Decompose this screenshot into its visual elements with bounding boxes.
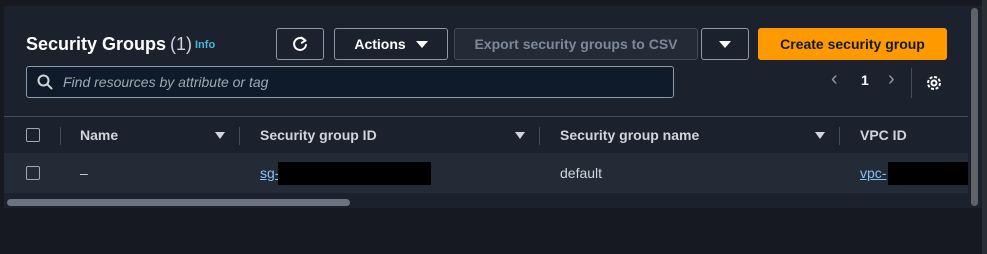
next-page-button[interactable]: › xyxy=(888,68,895,91)
search-icon xyxy=(37,74,53,90)
cell-security-group-id: sg- xyxy=(260,153,279,193)
pagination-divider xyxy=(911,68,912,98)
security-groups-panel: Security Groups (1) Info Actions Export s… xyxy=(4,6,968,208)
redacted-block xyxy=(888,162,968,185)
current-page-number[interactable]: 1 xyxy=(861,72,869,88)
column-header-label: Name xyxy=(80,127,119,143)
column-divider[interactable] xyxy=(239,127,240,145)
page-title: Security Groups (1) xyxy=(26,34,192,55)
vertical-scrollbar-thumb[interactable] xyxy=(971,8,978,206)
table-header: Name Security group ID Security group na… xyxy=(4,116,968,154)
search-input[interactable] xyxy=(61,73,665,91)
export-options-dropdown[interactable] xyxy=(701,28,749,60)
page-title-text: Security Groups xyxy=(26,34,167,54)
window-edge xyxy=(982,0,987,254)
vertical-scrollbar[interactable] xyxy=(968,6,982,208)
cell-vpc-id: vpc- xyxy=(860,153,886,193)
column-header-name[interactable]: Name xyxy=(80,117,118,153)
security-group-id-link[interactable]: sg- xyxy=(260,165,279,181)
refresh-icon xyxy=(293,36,307,51)
column-divider xyxy=(60,127,61,145)
resource-count: (1) xyxy=(170,34,193,54)
vpc-id-link[interactable]: vpc- xyxy=(860,165,886,181)
column-header-label: VPC ID xyxy=(860,127,907,143)
cell-text: – xyxy=(80,165,88,181)
column-header-label: Security group name xyxy=(560,127,700,143)
horizontal-scrollbar-thumb[interactable] xyxy=(7,199,350,206)
cell-text: default xyxy=(560,165,603,181)
sort-icon[interactable] xyxy=(815,132,825,139)
create-security-group-button[interactable]: Create security group xyxy=(758,28,947,60)
export-label: Export security groups to CSV xyxy=(474,36,678,52)
actions-dropdown-button[interactable]: Actions xyxy=(334,28,448,60)
column-header-label: Security group ID xyxy=(260,127,377,143)
caret-down-icon xyxy=(719,40,731,48)
column-divider[interactable] xyxy=(839,127,840,145)
previous-page-button[interactable]: ‹ xyxy=(831,68,838,91)
redacted-block xyxy=(278,162,431,185)
table-row[interactable]: – sg- default vpc- xyxy=(4,153,968,193)
create-label: Create security group xyxy=(780,36,925,52)
refresh-button[interactable] xyxy=(276,28,324,60)
cell-name: – xyxy=(80,153,88,193)
gear-icon[interactable] xyxy=(924,73,944,93)
column-header-vpc-id[interactable]: VPC ID xyxy=(860,117,907,153)
export-csv-button[interactable]: Export security groups to CSV xyxy=(454,28,698,60)
info-link[interactable]: Info xyxy=(195,39,215,51)
cell-security-group-name: default xyxy=(560,153,602,193)
caret-down-icon xyxy=(415,40,428,48)
actions-label: Actions xyxy=(354,36,406,52)
column-header-security-group-name[interactable]: Security group name xyxy=(560,117,699,153)
column-divider[interactable] xyxy=(539,127,540,145)
select-all-checkbox[interactable] xyxy=(26,128,40,142)
row-checkbox[interactable] xyxy=(26,166,40,180)
search-field[interactable] xyxy=(26,66,674,98)
column-header-security-group-id[interactable]: Security group ID xyxy=(260,117,377,153)
horizontal-scrollbar[interactable] xyxy=(4,196,968,208)
sort-icon[interactable] xyxy=(215,132,225,139)
sort-icon[interactable] xyxy=(515,132,525,139)
